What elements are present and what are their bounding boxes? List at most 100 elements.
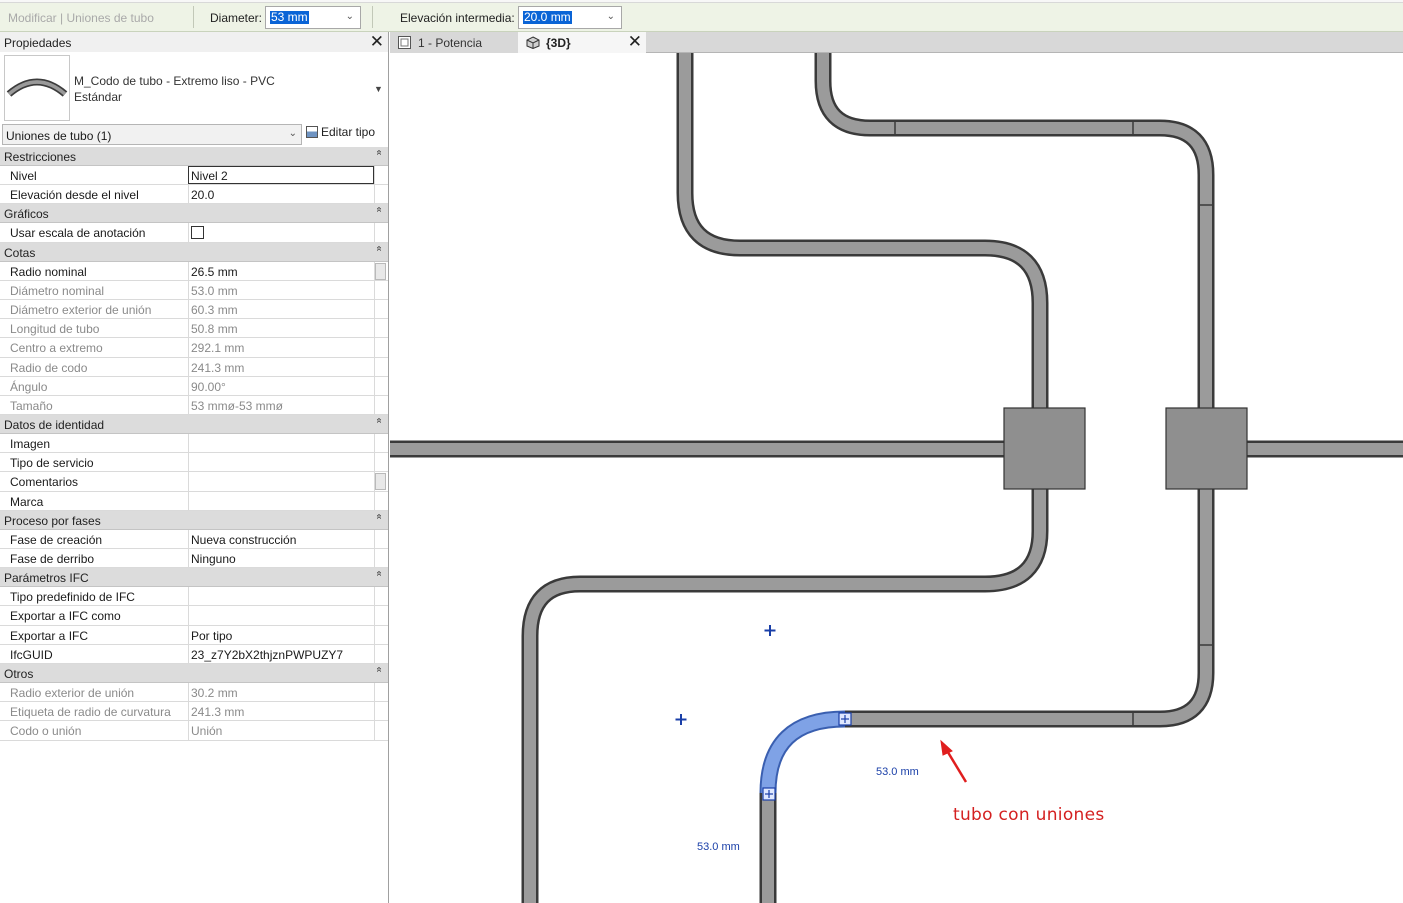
property-group-header[interactable]: Gráficos « — [0, 204, 388, 224]
column-divider — [188, 319, 189, 338]
property-key: Radio nominal — [10, 264, 87, 279]
property-key: IfcGUID — [10, 647, 53, 662]
property-value: 90.00° — [191, 379, 226, 394]
edit-type-icon — [306, 126, 318, 138]
collapse-icon[interactable]: « — [374, 418, 385, 424]
column-divider — [374, 376, 375, 395]
selected-elbow-fill — [761, 712, 846, 794]
property-value[interactable]: Ninguno — [191, 552, 236, 566]
tab-label: 1 - Potencia — [418, 36, 483, 50]
property-row[interactable]: Usar escala de anotación — [0, 223, 388, 243]
column-divider — [188, 625, 189, 644]
property-row[interactable]: Tipo predefinido de IFC — [0, 587, 388, 607]
property-key: Nivel — [10, 169, 37, 183]
diameter-value[interactable]: 53 mm — [270, 11, 309, 24]
tab-potencia[interactable]: 1 - Potencia — [390, 32, 518, 53]
column-divider — [188, 491, 189, 510]
close-icon[interactable]: ✕ — [370, 32, 384, 52]
grip-handle — [762, 787, 776, 801]
property-value[interactable]: 26.5 mm — [191, 265, 238, 279]
instance-filter-select[interactable]: Uniones de tubo (1) ⌄ — [2, 124, 302, 145]
property-key: Diámetro exterior de unión — [10, 302, 152, 317]
chevron-down-icon[interactable]: ⌄ — [607, 11, 615, 22]
collapse-icon[interactable]: « — [374, 207, 385, 213]
property-value[interactable]: 23_z7Y2bX2thjznPWPUZY7 — [191, 648, 343, 662]
diameter-combo[interactable]: 53 mm ⌄ — [265, 6, 361, 29]
property-row[interactable]: Fase de creación Nueva construcción — [0, 529, 388, 549]
property-key: Radio exterior de unión — [10, 685, 135, 700]
close-icon[interactable]: ✕ — [628, 31, 642, 52]
collapse-icon[interactable]: « — [374, 667, 385, 673]
collapse-icon[interactable]: « — [374, 150, 385, 156]
property-row[interactable]: Comentarios — [0, 472, 388, 492]
property-row[interactable]: Fase de derribo Ninguno — [0, 549, 388, 569]
add-connector-icon — [675, 714, 687, 725]
column-divider — [374, 338, 375, 357]
3d-viewport[interactable]: 53.0 mm 53.0 mm tubo con uniones — [390, 53, 1403, 903]
column-divider — [374, 319, 375, 338]
annotation-scale-checkbox[interactable] — [191, 226, 204, 240]
property-key: Ángulo — [10, 379, 48, 394]
column-divider — [188, 702, 189, 721]
edit-type-label: Editar tipo — [321, 125, 376, 139]
property-key: Codo o unión — [10, 724, 82, 739]
dropdown-arrow-icon[interactable]: ▼ — [374, 84, 383, 94]
tab-3d[interactable]: {3D} ✕ — [518, 32, 646, 53]
property-row[interactable]: Marca — [0, 491, 388, 511]
property-row[interactable]: Nivel Nivel 2 — [0, 166, 388, 186]
column-divider — [374, 299, 375, 319]
property-group-label: Cotas — [4, 245, 36, 260]
property-group-header[interactable]: Proceso por fases « — [0, 510, 388, 530]
scrollbar-thumb[interactable] — [375, 262, 386, 280]
column-divider — [188, 472, 189, 491]
dimension-horizontal[interactable]: 53.0 mm — [876, 766, 919, 778]
property-row: Codo o unión Unión — [0, 721, 388, 741]
property-row[interactable]: Radio nominal 26.5 mm — [0, 261, 388, 281]
property-value[interactable]: Nueva construcción — [191, 533, 296, 547]
property-row[interactable]: Elevación desde el nivel 20.0 — [0, 185, 388, 205]
collapse-icon[interactable]: « — [374, 514, 385, 520]
property-value[interactable]: Por tipo — [191, 629, 232, 643]
column-divider — [374, 682, 375, 702]
diameter-label: Diameter: — [210, 11, 263, 25]
dimension-vertical[interactable]: 53.0 mm — [697, 841, 740, 853]
elevation-combo[interactable]: 20.0 mm ⌄ — [518, 6, 622, 29]
column-divider — [188, 644, 189, 663]
column-divider — [188, 357, 189, 376]
column-divider — [374, 395, 375, 415]
column-divider — [374, 587, 375, 606]
add-connector-icon — [764, 625, 776, 636]
property-group-header[interactable]: Otros « — [0, 663, 388, 683]
type-selector[interactable]: M_Codo de tubo - Extremo liso - PVC Está… — [0, 52, 388, 122]
property-value[interactable]: 20.0 — [191, 188, 214, 202]
collapse-icon[interactable]: « — [374, 245, 385, 251]
property-key: Tamaño — [10, 398, 53, 413]
property-group-header[interactable]: Parámetros IFC « — [0, 568, 388, 588]
properties-title: Propiedades — [4, 36, 72, 50]
property-value[interactable]: Nivel 2 — [191, 169, 228, 183]
grip-handle — [838, 712, 852, 726]
property-group-label: Otros — [4, 666, 34, 681]
column-divider — [188, 280, 189, 299]
property-row[interactable]: Imagen — [0, 434, 388, 454]
chevron-down-icon[interactable]: ⌄ — [346, 11, 354, 22]
junction-box — [1003, 407, 1086, 490]
elevation-value[interactable]: 20.0 mm — [523, 11, 572, 24]
property-group-header[interactable]: Cotas « — [0, 242, 388, 262]
property-row[interactable]: Exportar a IFC Por tipo — [0, 625, 388, 645]
edit-type-button[interactable]: Editar tipo — [306, 125, 375, 145]
property-row[interactable]: Exportar a IFC como — [0, 606, 388, 626]
property-row[interactable]: IfcGUID 23_z7Y2bX2thjznPWPUZY7 — [0, 644, 388, 664]
chevron-down-icon[interactable]: ⌄ — [289, 128, 297, 139]
property-value: 30.2 mm — [191, 685, 238, 700]
properties-titlebar: Propiedades ✕ — [0, 32, 388, 52]
property-group-header[interactable]: Restricciones « — [0, 147, 388, 166]
property-key: Marca — [10, 494, 44, 509]
options-separator — [193, 6, 194, 28]
collapse-icon[interactable]: « — [374, 571, 385, 577]
property-value: 241.3 mm — [191, 705, 245, 720]
property-key: Etiqueta de radio de curvatura — [10, 705, 171, 720]
property-row[interactable]: Tipo de servicio — [0, 453, 388, 473]
property-group-header[interactable]: Datos de identidad « — [0, 415, 388, 435]
scrollbar-thumb[interactable] — [375, 473, 386, 491]
